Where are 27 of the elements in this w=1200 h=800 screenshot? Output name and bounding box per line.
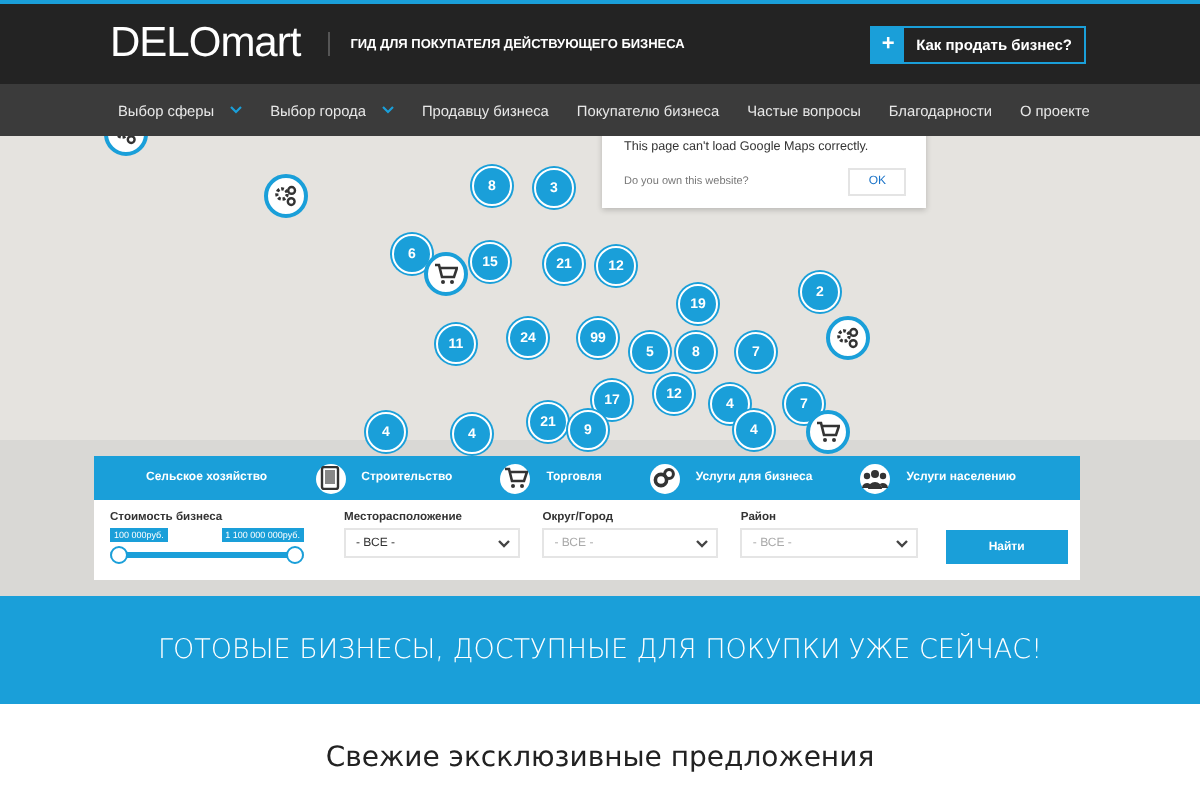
map-marker[interactable] <box>424 252 468 296</box>
gear-icon <box>836 326 860 350</box>
slider-handle[interactable] <box>110 546 128 564</box>
chevron-icon <box>498 539 511 547</box>
price-slider[interactable] <box>110 546 305 564</box>
chevron-icon <box>381 106 394 114</box>
cart-icon <box>503 466 528 490</box>
category-icon[interactable] <box>860 463 891 493</box>
chevron-icon <box>696 539 709 547</box>
tablet-icon <box>320 466 341 490</box>
category-icon[interactable] <box>649 463 680 493</box>
gear-icon <box>274 184 298 208</box>
chevron-icon <box>895 539 908 547</box>
gear-icon <box>652 466 677 490</box>
section-heading: Свежие эксклюзивные предложения <box>323 742 877 774</box>
category-icon[interactable] <box>500 463 531 493</box>
map-marker[interactable] <box>264 174 308 218</box>
slider-handle[interactable] <box>286 546 305 564</box>
cart-icon <box>816 420 840 444</box>
logo[interactable]: DELOmart <box>110 20 301 68</box>
plus-icon: + <box>872 27 905 61</box>
banner-text: ГОТОВЫЕ БИЗНЕСЫ, ДОСТУПНЫЕ ДЛЯ ПОКУПКИ УЖЕ СЕЙЧАС! <box>158 634 1042 666</box>
category-icon[interactable] <box>315 463 346 493</box>
people-icon <box>862 467 889 489</box>
map-marker[interactable] <box>826 316 870 360</box>
cart-icon <box>434 262 458 286</box>
chevron-icon <box>230 106 243 114</box>
